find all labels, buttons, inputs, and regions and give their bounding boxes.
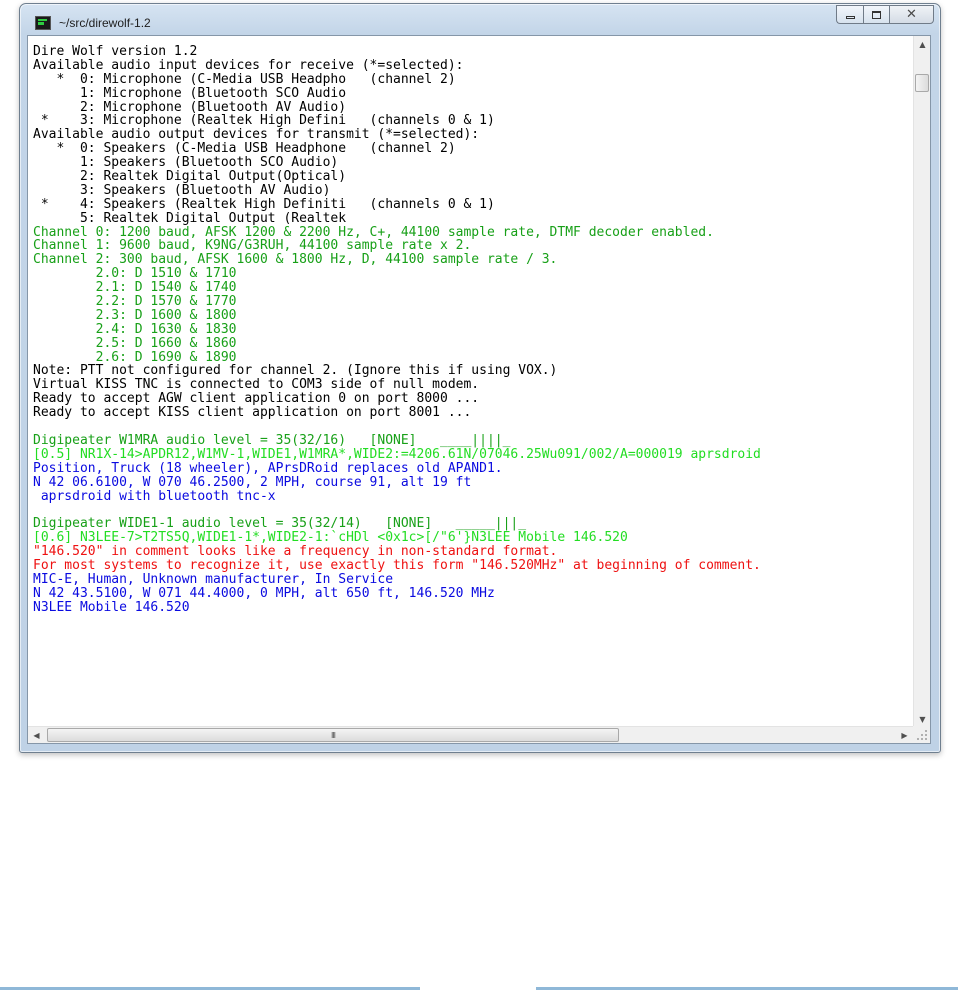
terminal-line: 1: Speakers (Bluetooth SCO Audio) (33, 155, 339, 171)
terminal-line: N 42 43.5100, W 071 44.4000, 0 MPH, alt … (33, 585, 495, 601)
terminal-line: Ready to accept AGW client application 0… (33, 391, 480, 407)
terminal-line: * 4: Speakers (Realtek High Definiti (ch… (33, 196, 495, 212)
resize-grip-icon[interactable] (913, 726, 930, 743)
minimize-button[interactable] (836, 5, 863, 24)
title-bar[interactable]: ~/src/direwolf-1.2 ✕ (20, 4, 940, 36)
scroll-up-icon[interactable]: ▲ (914, 36, 931, 53)
terminal-line: Channel 2: 300 baud, AFSK 1600 & 1800 Hz… (33, 252, 558, 268)
terminal-line: Digipeater W1MRA audio level = 35(32/16)… (33, 432, 511, 448)
horizontal-scroll-thumb[interactable]: III (47, 728, 619, 742)
window-controls: ✕ (836, 5, 934, 25)
terminal-line: 2.6: D 1690 & 1890 (33, 349, 237, 365)
terminal-line: 2.5: D 1660 & 1860 (33, 335, 237, 351)
terminal-line: * 0: Microphone (C-Media USB Headpho (ch… (33, 71, 456, 87)
window-title: ~/src/direwolf-1.2 (59, 16, 151, 30)
terminal-line: MIC-E, Human, Unknown manufacturer, In S… (33, 571, 394, 587)
terminal-line: 1: Microphone (Bluetooth SCO Audio (33, 85, 347, 101)
terminal-line: Channel 0: 1200 baud, AFSK 1200 & 2200 H… (33, 224, 714, 240)
maximize-button[interactable] (863, 5, 889, 24)
terminal-line: Position, Truck (18 wheeler), APrsDRoid … (33, 460, 503, 476)
terminal-line: 5: Realtek Digital Output (Realtek (33, 210, 347, 226)
terminal-line: N3LEE Mobile 146.520 (33, 599, 190, 615)
terminal-line: 2.1: D 1540 & 1740 (33, 280, 237, 296)
scroll-right-icon[interactable]: ▶ (896, 727, 913, 744)
terminal-line: Digipeater WIDE1-1 audio level = 35(32/1… (33, 516, 527, 532)
terminal-line: * 0: Speakers (C-Media USB Headphone (ch… (33, 141, 456, 157)
terminal-line: Note: PTT not configured for channel 2. … (33, 363, 558, 379)
terminal-line: Available audio output devices for trans… (33, 127, 480, 143)
vertical-scrollbar[interactable]: ▲ ▼ (913, 36, 930, 728)
terminal-client-area: Dire Wolf version 1.2 Available audio inp… (27, 35, 931, 744)
close-icon: ✕ (906, 7, 917, 22)
terminal-line: Virtual KISS TNC is connected to COM3 si… (33, 377, 480, 393)
terminal-line: [0.6] N3LEE-7>T2TS5Q,WIDE1-1*,WIDE2-1:`c… (33, 530, 628, 546)
terminal-line: For most systems to recognize it, use ex… (33, 557, 761, 573)
terminal-line: Available audio input devices for receiv… (33, 57, 464, 73)
terminal-window: ~/src/direwolf-1.2 ✕ Dire Wolf version 1… (19, 3, 941, 753)
terminal-output[interactable]: Dire Wolf version 1.2 Available audio inp… (28, 36, 913, 728)
terminal-line: 2: Microphone (Bluetooth AV Audio) (33, 99, 347, 115)
terminal-line: * 3: Microphone (Realtek High Defini (ch… (33, 113, 495, 129)
terminal-line: Ready to accept KISS client application … (33, 405, 472, 421)
horizontal-scrollbar[interactable]: ◀ III ▶ (28, 726, 913, 743)
terminal-line: 2.2: D 1570 & 1770 (33, 294, 237, 310)
close-button[interactable]: ✕ (889, 5, 934, 24)
terminal-app-icon[interactable] (35, 16, 51, 30)
vertical-scroll-thumb[interactable] (915, 74, 929, 92)
terminal-line: "146.520" in comment looks like a freque… (33, 544, 558, 560)
terminal-line: Channel 1: 9600 baud, K9NG/G3RUH, 44100 … (33, 238, 472, 254)
terminal-line: Dire Wolf version 1.2 (33, 44, 198, 59)
minimize-icon (845, 16, 855, 19)
terminal-line: aprsdroid with bluetooth tnc-x (33, 488, 276, 504)
terminal-line: N 42 06.6100, W 070 46.2500, 2 MPH, cour… (33, 474, 472, 490)
terminal-line: 2.0: D 1510 & 1710 (33, 266, 237, 282)
terminal-line: 3: Speakers (Bluetooth AV Audio) (33, 182, 331, 198)
terminal-line: 2.4: D 1630 & 1830 (33, 321, 237, 337)
terminal-line: 2.3: D 1600 & 1800 (33, 307, 237, 323)
scroll-left-icon[interactable]: ◀ (28, 727, 45, 744)
maximize-icon (872, 10, 881, 19)
terminal-line: [0.5] NR1X-14>APDR12,W1MV-1,WIDE1,W1MRA*… (33, 446, 761, 462)
terminal-line: 2: Realtek Digital Output(Optical) (33, 169, 347, 185)
